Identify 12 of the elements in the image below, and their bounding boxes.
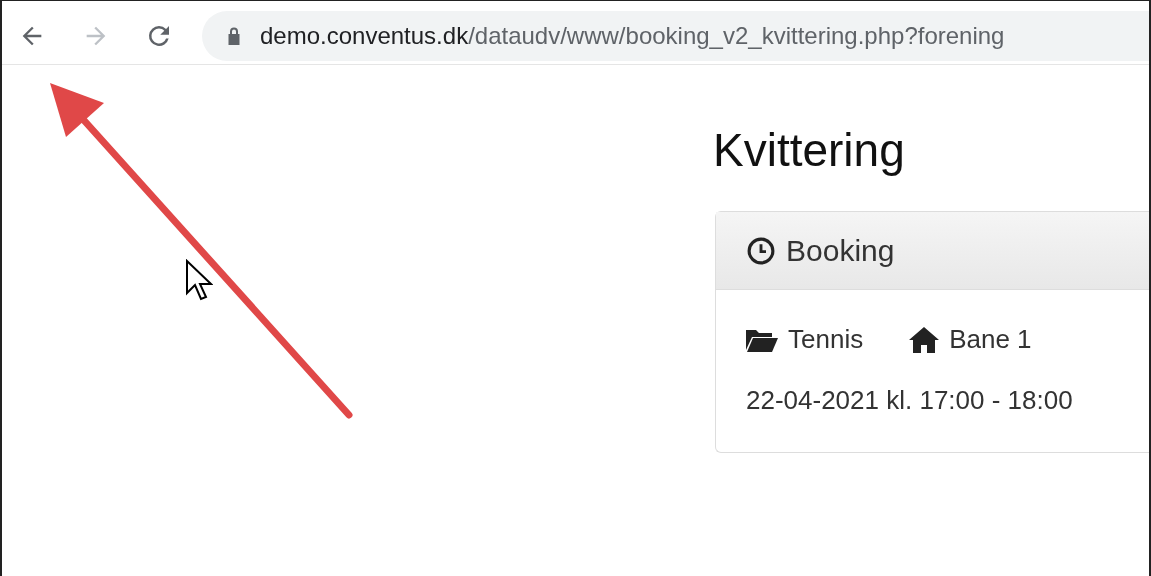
lock-icon: [226, 25, 242, 46]
home-icon: [909, 326, 940, 353]
cursor-icon: [185, 259, 213, 301]
tag-label: Tennis: [788, 323, 864, 356]
url-host: demo.conventus.dk: [260, 20, 469, 51]
url-path: /dataudv/www/booking_v2_kvittering.php?forening: [468, 20, 1005, 51]
panel-heading: Booking: [786, 233, 895, 269]
booking-time: 22-04-2021 kl. 17:00 - 18:00: [746, 384, 1074, 417]
clock-icon: [746, 235, 776, 266]
address-bar[interactable]: demo.conventus.dk/dataudv/www/booking_v2_kvittering.php?forening: [202, 10, 1149, 61]
folder-icon: [746, 327, 778, 352]
tag-label: Bane 1: [949, 323, 1032, 356]
